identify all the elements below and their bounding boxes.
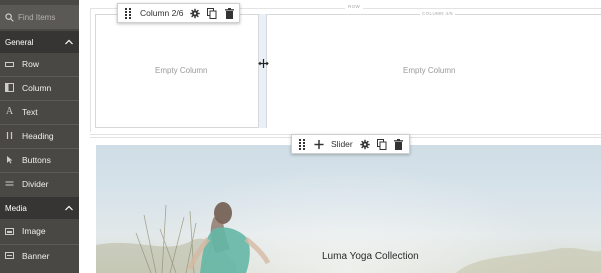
duplicate-icon[interactable]	[207, 7, 217, 19]
sidebar-item-label: Column	[22, 82, 52, 93]
divider-icon	[5, 179, 14, 188]
toolbar-label: Column 2/6	[140, 8, 184, 18]
resize-cursor-icon[interactable]	[258, 58, 269, 69]
toolbar-label: Slider	[331, 139, 353, 149]
empty-column-text: Empty Column	[155, 66, 208, 75]
image-icon	[5, 227, 14, 236]
sidebar-item-label: Divider	[22, 178, 49, 189]
sidebar-item-label: Heading	[22, 130, 54, 141]
drag-handle-icon[interactable]	[123, 7, 133, 19]
plus-icon[interactable]	[314, 138, 324, 150]
sidebar-item-heading[interactable]: Heading	[0, 124, 79, 146]
gear-icon[interactable]	[190, 7, 201, 19]
banner-icon	[5, 251, 14, 260]
sidebar-item-label: Text	[22, 106, 38, 117]
column-right[interactable]: Empty Column	[267, 14, 601, 128]
group-header-general[interactable]: General	[0, 31, 79, 53]
sidebar-item-label: Buttons	[22, 154, 51, 165]
group-header-media[interactable]: Media	[0, 197, 79, 219]
duplicate-icon[interactable]	[376, 138, 387, 150]
group-title: Media	[5, 203, 27, 213]
sidebar-item-banner[interactable]: Banner	[0, 244, 79, 266]
stage: ROW Empty Column Empty Column COLUMN 4/6…	[79, 0, 601, 273]
search-input[interactable]	[18, 12, 78, 22]
sidebar-item-label: Banner	[22, 250, 50, 261]
slider-toolbar: Slider	[291, 134, 410, 154]
trash-icon[interactable]	[394, 138, 404, 150]
sidebar-item-image[interactable]: Image	[0, 220, 79, 242]
chevron-up-icon	[65, 205, 73, 211]
sidebar-item-label: Row	[22, 59, 40, 69]
chevron-up-icon	[65, 39, 73, 45]
trash-icon[interactable]	[224, 7, 234, 19]
gear-icon[interactable]	[360, 138, 370, 150]
column-resize-band[interactable]	[259, 14, 267, 128]
column-toolbar: Column 2/6	[117, 3, 241, 23]
sidebar-item-text[interactable]: A Text	[0, 100, 79, 122]
sidebar-item-column[interactable]: Column	[0, 76, 79, 98]
heading-icon	[5, 131, 14, 140]
sidebar-item-divider[interactable]: Divider	[0, 172, 79, 194]
group-title: General	[5, 37, 34, 47]
column-left[interactable]: Empty Column	[95, 14, 259, 128]
page-builder: General Row Column A Text Heading Button…	[0, 0, 601, 273]
text-icon: A	[5, 106, 14, 117]
column-icon	[5, 83, 14, 92]
elements-panel: General Row Column A Text Heading Button…	[0, 0, 79, 273]
sidebar-item-buttons[interactable]: Buttons	[0, 148, 79, 170]
search-box[interactable]	[0, 5, 79, 29]
hero-title: Luma Yoga Collection	[322, 251, 419, 262]
row-label: ROW	[345, 4, 364, 9]
drag-handle-icon[interactable]	[297, 138, 307, 150]
row-icon	[5, 60, 14, 69]
column-label: COLUMN 4/6	[420, 11, 456, 16]
sidebar-item-label: Image	[22, 226, 46, 236]
empty-column-text: Empty Column	[403, 66, 456, 75]
pointer-icon	[5, 155, 14, 164]
slider-hero-image[interactable]: Luma Yoga Collection	[96, 145, 601, 273]
search-icon	[5, 12, 14, 22]
sidebar-item-row[interactable]: Row	[0, 53, 79, 75]
